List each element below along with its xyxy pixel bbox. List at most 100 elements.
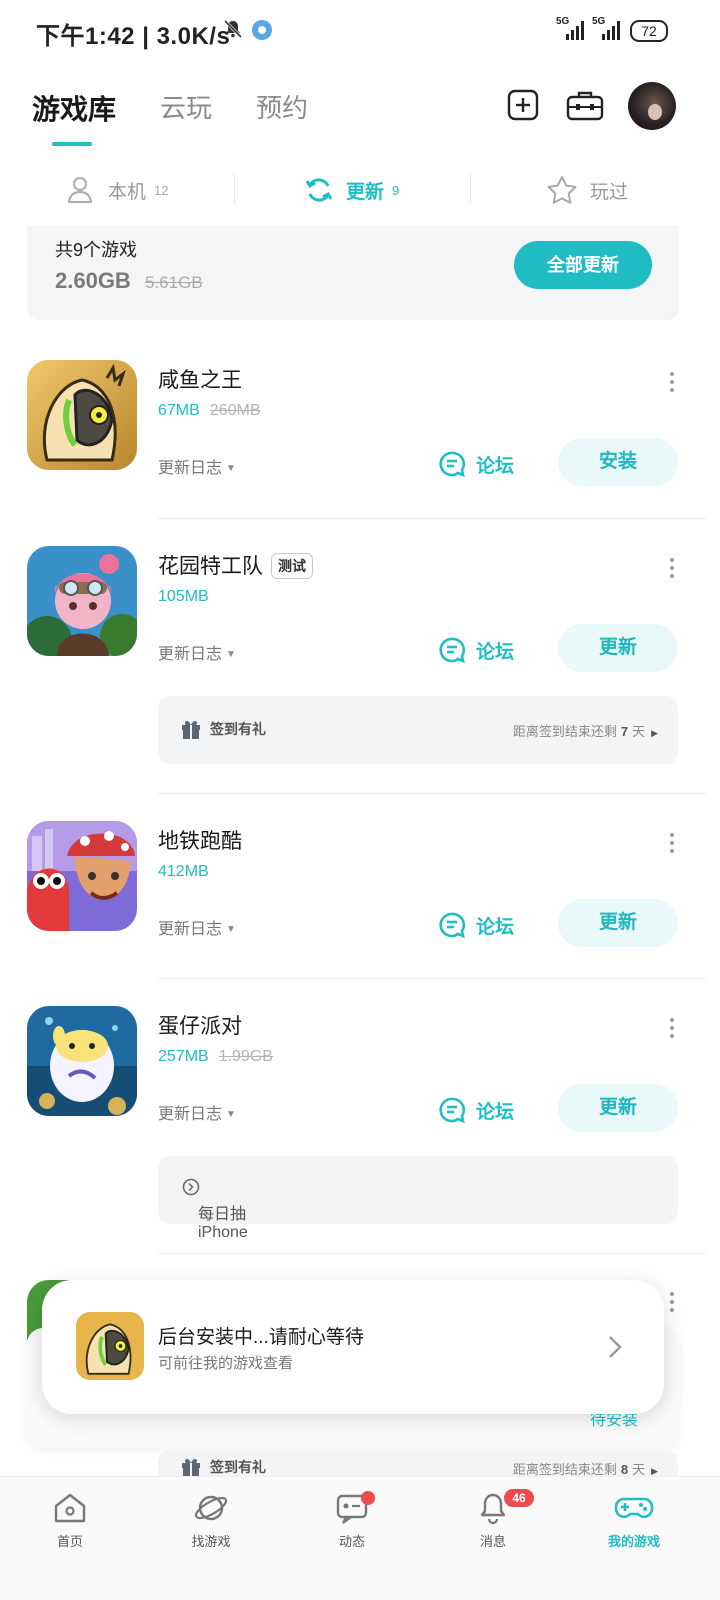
countdown-suffix: 天 (632, 724, 646, 739)
row-divider (158, 978, 706, 979)
subtab-divider (234, 174, 235, 204)
chevron-right-icon[interactable] (604, 1332, 626, 1362)
game-size-current: 67MB (158, 402, 200, 419)
iphone-promo-banner[interactable]: 每日抽 iPhone (158, 1156, 678, 1241)
subtab-local-label: 本机 (108, 181, 147, 203)
games-count-text: 共9个游戏 (55, 240, 138, 260)
game-icon-xianyu[interactable] (27, 360, 137, 470)
subtab-updates[interactable]: 更新 9 (304, 172, 399, 208)
changelog-dropdown[interactable]: 更新日志 ▼ (158, 454, 236, 478)
add-icon[interactable] (506, 88, 540, 122)
toolbox-icon[interactable] (566, 88, 604, 122)
game-name: 蛋仔派对 (158, 1015, 242, 1038)
update-button[interactable]: 更新 (558, 1084, 678, 1132)
tab-reservations[interactable]: 预约 (256, 88, 308, 125)
forum-link[interactable]: 论坛 (438, 1094, 514, 1126)
nav-feed-label: 动态 (338, 1534, 365, 1549)
nav-home-label: 首页 (56, 1534, 83, 1549)
game-name-text: 花园特工队 (158, 555, 263, 578)
person-icon (67, 177, 93, 203)
update-button[interactable]: 更新 (558, 624, 678, 672)
top-header: 游戏库 云玩 预约 (0, 70, 720, 150)
tab-game-library[interactable]: 游戏库 (32, 88, 116, 128)
library-subtabs: 本机 12 更新 9 玩过 (0, 162, 720, 218)
forum-label: 论坛 (476, 455, 515, 477)
more-options-icon[interactable] (668, 833, 676, 857)
vpn-icon (252, 20, 272, 40)
game-icon-garden-agents[interactable] (27, 546, 137, 656)
countdown-prefix: 距离签到结束还剩 (512, 724, 617, 739)
promo-countdown: 距离签到结束还剩 7 天 ▶ (513, 721, 658, 740)
subtab-played-label: 玩过 (590, 181, 629, 203)
status-time: 下午1:42 | 3.0K/s (36, 23, 231, 50)
subtab-local-count: 12 (154, 182, 169, 198)
forum-icon (439, 912, 466, 939)
changelog-dropdown[interactable]: 更新日志 ▼ (158, 915, 236, 939)
changelog-label: 更新日志 (158, 646, 223, 663)
install-button[interactable]: 安装 (558, 438, 678, 486)
changelog-label: 更新日志 (158, 1106, 223, 1123)
refresh-icon (305, 178, 333, 202)
game-size: 67MB 260MB (158, 402, 261, 420)
nav-messages[interactable]: 46 消息 (438, 1489, 548, 1550)
arrow-right-icon: ▶ (651, 1466, 658, 1476)
promo-text: 每日抽 iPhone (178, 1178, 248, 1241)
update-all-button[interactable]: 全部更新 (514, 241, 652, 289)
nav-feed[interactable]: 动态 (297, 1491, 407, 1550)
changelog-dropdown[interactable]: 更新日志 ▼ (158, 640, 236, 664)
more-options-icon[interactable] (668, 372, 676, 396)
forum-link[interactable]: 论坛 (438, 909, 514, 941)
arrow-right-icon: ▶ (651, 728, 658, 738)
messages-badge: 46 (504, 1489, 534, 1507)
more-options-icon[interactable] (668, 1018, 676, 1042)
game-icon-subway-surfers[interactable] (27, 821, 137, 931)
promo-left: 签到有礼 (180, 1456, 266, 1478)
countdown-prefix: 距离签到结束还剩 (512, 1462, 617, 1477)
game-icon-eggy-party[interactable] (27, 1006, 137, 1116)
active-tab-indicator (52, 142, 92, 146)
subtab-played[interactable]: 玩过 (546, 172, 628, 208)
subtab-local[interactable]: 本机 12 (66, 172, 168, 208)
circle-arrow-icon (182, 1178, 200, 1196)
row-divider (158, 793, 706, 794)
toast-title: 后台安装中...请耐心等待 (158, 1327, 364, 1348)
forum-link[interactable]: 论坛 (438, 634, 514, 666)
row-divider (158, 518, 706, 519)
forum-label: 论坛 (476, 916, 515, 938)
changelog-label: 更新日志 (158, 460, 223, 477)
status-bar: 下午1:42 | 3.0K/s 5G 5G 72 (0, 0, 720, 64)
game-size-original: 1.99GB (218, 1048, 273, 1065)
forum-icon (439, 1097, 466, 1124)
more-options-icon[interactable] (668, 1292, 676, 1316)
nav-my-games-label: 我的游戏 (607, 1534, 660, 1549)
install-toast[interactable]: 后台安装中...请耐心等待 可前往我的游戏查看 (42, 1280, 664, 1414)
subtab-updates-count: 9 (392, 182, 400, 198)
tab-cloud-play[interactable]: 云玩 (160, 88, 212, 125)
promo-label: 签到有礼 (210, 1459, 266, 1475)
original-size: 5.61GB (145, 273, 203, 292)
forum-link[interactable]: 论坛 (438, 448, 514, 480)
gift-icon (182, 720, 200, 739)
changelog-label: 更新日志 (158, 921, 223, 938)
home-icon (54, 1493, 86, 1523)
mute-bell-icon (223, 19, 243, 39)
game-name: 花园特工队 测试 (158, 550, 313, 580)
forum-label: 论坛 (476, 641, 515, 663)
countdown-days: 7 (620, 724, 629, 739)
more-options-icon[interactable] (668, 558, 676, 582)
nav-home[interactable]: 首页 (15, 1491, 125, 1550)
planet-icon (194, 1495, 228, 1521)
game-size-current: 412MB (158, 863, 209, 880)
row-divider (158, 1253, 706, 1254)
nav-find-label: 找游戏 (191, 1534, 231, 1549)
promo-left: 签到有礼 (180, 718, 266, 740)
toast-subtitle: 可前往我的游戏查看 (158, 1355, 294, 1372)
nav-find-games[interactable]: 找游戏 (156, 1491, 266, 1550)
nav-my-games[interactable]: 我的游戏 (579, 1491, 689, 1550)
changelog-dropdown[interactable]: 更新日志 ▼ (158, 1100, 236, 1124)
checkin-promo-banner[interactable]: 签到有礼 距离签到结束还剩 7 天 ▶ (158, 696, 678, 764)
user-avatar[interactable] (628, 82, 676, 130)
update-button[interactable]: 更新 (558, 899, 678, 947)
game-size: 105MB (158, 588, 209, 606)
forum-icon (439, 451, 466, 478)
